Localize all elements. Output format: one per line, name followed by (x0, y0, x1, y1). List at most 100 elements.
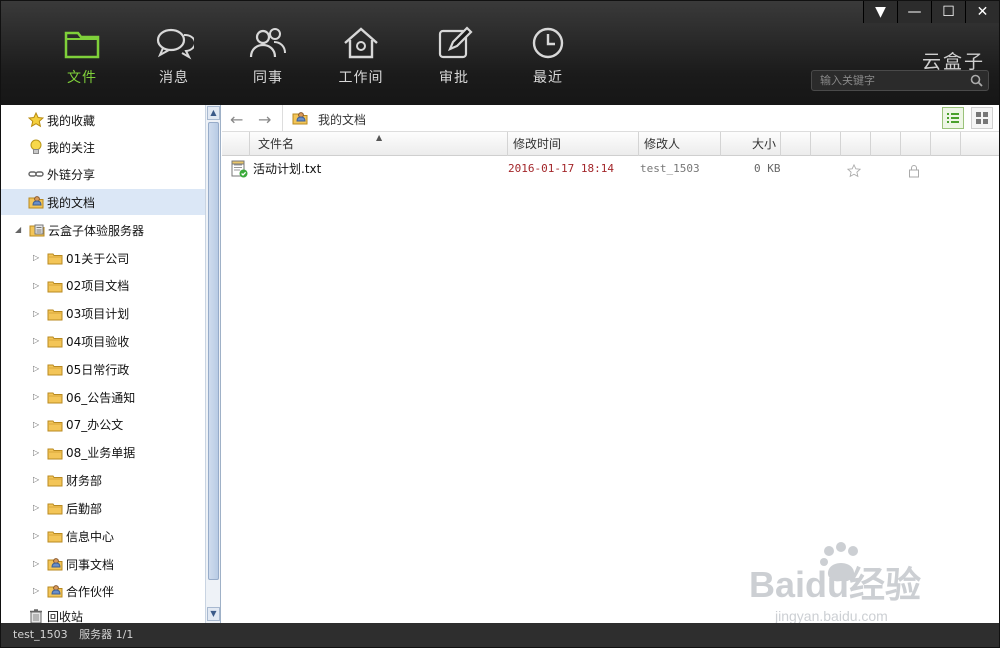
col-modified[interactable]: 修改时间 (508, 132, 639, 156)
search-placeholder: 输入关键字 (820, 74, 875, 87)
expand-arrow-icon[interactable]: ▷ (33, 420, 43, 430)
forward-button[interactable]: → (258, 110, 271, 129)
sidebar-scrollbar[interactable]: ▲ ▼ (205, 105, 220, 623)
sidebar-item-label: 财务部 (66, 473, 103, 488)
nav-label: 最近 (533, 70, 563, 86)
sidebar-item-folder[interactable]: ▷ 04项目验收 (1, 328, 205, 354)
col-extra (781, 132, 811, 156)
server-icon (29, 222, 45, 238)
col-modifier[interactable]: 修改人 (639, 132, 721, 156)
file-modified: 2016-01-17 18:14 (508, 162, 614, 175)
menu-dropdown-button[interactable]: ▼ (863, 1, 897, 23)
nav-files-button[interactable]: 文件 (47, 25, 117, 89)
sidebar-item-label: 后勤部 (66, 501, 103, 516)
sidebar-item-server[interactable]: ◢ 云盒子体验服务器 (1, 217, 205, 243)
nav-label: 审批 (439, 70, 469, 86)
sidebar-item-folder[interactable]: ▷ 01关于公司 (1, 245, 205, 271)
nav-label: 工作间 (338, 70, 384, 86)
col-name-label: 文件名 (258, 137, 295, 151)
nav-approval-button[interactable]: 审批 (419, 25, 489, 89)
expand-arrow-icon[interactable]: ▷ (33, 253, 43, 263)
sidebar-item-folder[interactable]: ▷ 06_公告通知 (1, 384, 205, 410)
nav-label: 同事 (253, 70, 283, 86)
sidebar-item-folder[interactable]: ▷ 信息中心 (1, 523, 205, 549)
sidebar-item-label: 合作伙伴 (66, 584, 115, 599)
user-folder-icon (47, 556, 63, 572)
search-input[interactable]: 输入关键字 (811, 70, 989, 91)
user-folder-icon (28, 194, 44, 210)
nav-workspace-button[interactable]: 工作间 (326, 25, 396, 89)
path-toolbar: ← → 我的文档 (222, 105, 999, 132)
folder-icon (64, 31, 100, 59)
expand-arrow-icon[interactable]: ▷ (33, 475, 43, 485)
list-view-button[interactable] (942, 107, 964, 129)
folder-icon (47, 445, 63, 461)
sidebar-item-folder[interactable]: ▷ 05日常行政 (1, 356, 205, 382)
sidebar-item-colleague-docs[interactable]: ▷ 同事文档 (1, 551, 205, 577)
collapse-arrow-icon[interactable]: ◢ (15, 225, 25, 235)
close-button[interactable]: ✕ (965, 1, 999, 23)
lock-icon[interactable] (908, 163, 920, 187)
sidebar-item-label: 同事文档 (66, 557, 115, 572)
breadcrumb[interactable]: 我的文档 (318, 111, 366, 128)
sidebar-item-following[interactable]: 我的关注 (1, 134, 205, 160)
sidebar-item-folder[interactable]: ▷ 07_办公文 (1, 412, 205, 438)
list-view-icon (947, 113, 959, 123)
expand-arrow-icon[interactable]: ▷ (33, 392, 43, 402)
expand-arrow-icon[interactable]: ▷ (33, 586, 43, 596)
table-row[interactable]: 活动计划.txt 2016-01-17 18:14 test_1503 0 KB (222, 157, 999, 181)
back-button[interactable]: ← (230, 110, 243, 129)
expand-arrow-icon[interactable]: ▷ (33, 309, 43, 319)
folder-icon (47, 500, 63, 516)
watermark-url: jingyan.baidu.com (774, 608, 888, 624)
folder-icon (47, 389, 63, 405)
sidebar-item-label: 我的收藏 (47, 113, 96, 128)
col-size[interactable]: 大小 (721, 132, 781, 156)
status-user: test_1503 (13, 628, 68, 641)
expand-arrow-icon[interactable]: ▷ (33, 364, 43, 374)
expand-arrow-icon[interactable]: ▷ (33, 281, 43, 291)
sidebar-item-folder[interactable]: ▷ 后勤部 (1, 495, 205, 521)
expand-arrow-icon[interactable]: ▷ (33, 559, 43, 569)
sidebar-item-label: 04项目验收 (66, 334, 130, 349)
minimize-button[interactable]: — (897, 1, 931, 23)
expand-arrow-icon[interactable]: ▷ (33, 503, 43, 513)
expand-arrow-icon[interactable]: ▷ (33, 336, 43, 346)
folder-icon (47, 278, 63, 294)
folder-icon (47, 472, 63, 488)
col-name[interactable]: 文件名 ▲ (250, 132, 508, 156)
status-server: 服务器 1/1 (79, 628, 134, 641)
nav-messages-button[interactable]: 消息 (139, 25, 209, 89)
file-name[interactable]: 活动计划.txt (253, 157, 321, 181)
col-extra (841, 132, 871, 156)
scroll-down-button[interactable]: ▼ (207, 607, 220, 621)
magnifier-icon[interactable] (970, 74, 983, 87)
user-folder-icon (292, 110, 308, 130)
sidebar-item-folder[interactable]: ▷ 03项目计划 (1, 301, 205, 327)
maximize-button[interactable]: ☐ (931, 1, 965, 23)
scrollbar-thumb[interactable] (208, 122, 219, 580)
sidebar-item-my-documents[interactable]: 我的文档 (1, 189, 205, 215)
sidebar-item-label: 云盒子体验服务器 (48, 223, 145, 238)
sidebar-item-label: 我的文档 (47, 195, 96, 210)
col-extra (901, 132, 931, 156)
scroll-up-button[interactable]: ▲ (207, 106, 220, 120)
sidebar-item-share-links[interactable]: 外链分享 (1, 161, 205, 187)
sidebar-item-partners[interactable]: ▷ 合作伙伴 (1, 578, 205, 604)
nav-colleagues-button[interactable]: 同事 (233, 25, 303, 89)
nav-label: 文件 (67, 70, 97, 86)
grid-view-icon (976, 112, 988, 124)
nav-recent-button[interactable]: 最近 (513, 25, 583, 89)
sidebar-item-label: 信息中心 (66, 529, 115, 544)
favorite-star-icon[interactable] (846, 163, 862, 187)
sidebar-item-favorites[interactable]: 我的收藏 (1, 107, 205, 133)
grid-view-button[interactable] (971, 107, 993, 129)
folder-icon (47, 361, 63, 377)
sidebar-item-folder[interactable]: ▷ 02项目文档 (1, 273, 205, 299)
folder-icon (47, 417, 63, 433)
sidebar-item-folder[interactable]: ▷ 08_业务单据 (1, 440, 205, 466)
expand-arrow-icon[interactable]: ▷ (33, 448, 43, 458)
sidebar-item-folder[interactable]: ▷ 财务部 (1, 467, 205, 493)
expand-arrow-icon[interactable]: ▷ (33, 531, 43, 541)
trash-icon (28, 608, 44, 624)
